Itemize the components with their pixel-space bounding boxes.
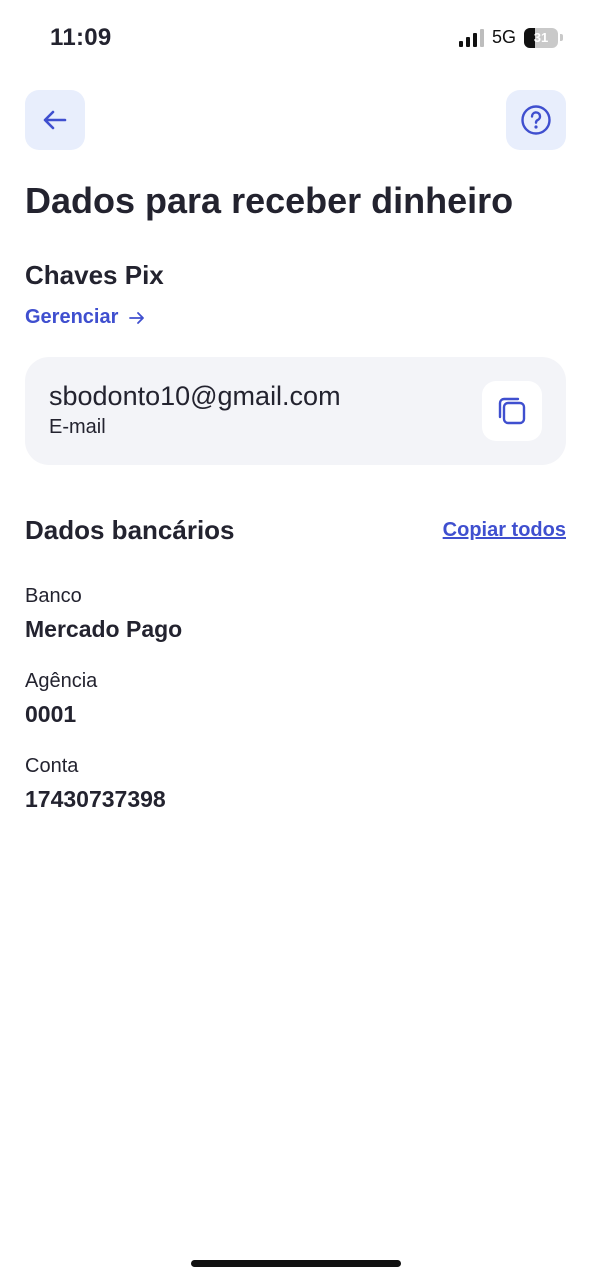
pix-key-card: sbodonto10@gmail.com E-mail [25,357,566,465]
back-button[interactable] [25,90,85,150]
status-icons: 5G 31 [458,27,563,48]
manage-link[interactable]: Gerenciar [25,306,146,329]
pix-key-type: E-mail [49,416,106,438]
pix-section-title: Chaves Pix [25,260,164,290]
screen: 11:09 5G 31 Dados para receber dinheiro … [0,0,591,1280]
help-button[interactable] [506,90,566,150]
account-value: 17430737398 [25,786,166,812]
copy-icon [498,397,526,425]
pix-key-value: sbodonto10@gmail.com [49,381,341,411]
battery-percent: 31 [533,30,549,45]
signal-icon [458,28,484,47]
status-time: 11:09 [50,24,112,51]
battery-icon: 31 [524,27,558,48]
agency-value: 0001 [25,701,77,727]
question-circle-icon [521,105,551,135]
battery-tip [560,34,563,41]
bank-section-title: Dados bancários [25,515,235,545]
account-label: Conta [25,755,79,777]
bank-name-value: Mercado Pago [25,616,183,642]
arrow-right-icon [129,311,145,324]
arrow-left-icon [43,110,67,130]
copy-all-link[interactable]: Copiar todos [443,519,566,542]
copy-pix-key-button[interactable] [482,381,542,441]
home-indicator[interactable] [191,1260,401,1267]
agency-label: Agência [25,670,98,692]
bank-name-label: Banco [25,585,82,607]
page-title: Dados para receber dinheiro [25,180,514,221]
manage-link-label: Gerenciar [25,306,119,328]
network-type: 5G [491,27,516,47]
